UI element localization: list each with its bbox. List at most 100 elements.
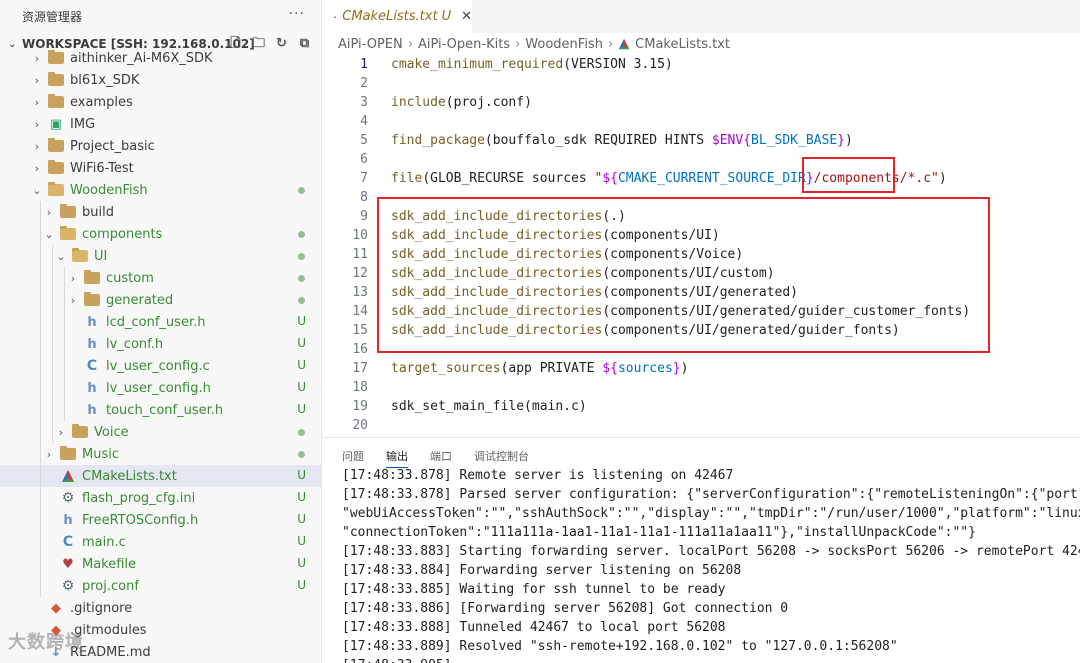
tree-item[interactable]: › ▣ IMG [0, 113, 321, 135]
tree-item[interactable]: › WiFi6-Test [0, 157, 321, 179]
tree-item[interactable]: ⌄ UI [0, 245, 321, 267]
folder-icon [48, 50, 64, 64]
indent-guide [40, 399, 41, 421]
git-status-dot [298, 297, 305, 304]
chevron-down-icon[interactable]: ⌄ [42, 228, 56, 241]
explorer-sidebar: 资源管理器 ··· ⌄ WORKSPACE [SSH: 192.168.0.10… [0, 0, 322, 663]
line-number: 12 [352, 266, 368, 281]
breadcrumb: AiPi-OPEN › AiPi-Open-Kits › WoodenFish … [322, 33, 1080, 55]
folder-icon [84, 292, 100, 306]
chevron-right-icon[interactable]: › [54, 426, 68, 439]
tree-item[interactable]: › custom [0, 267, 321, 289]
folder-open-icon [72, 248, 88, 262]
tree-item[interactable]: h lcd_conf_user.h U [0, 311, 321, 333]
tree-item[interactable]: CMakeLists.txt U [0, 465, 321, 487]
tab-ports[interactable]: 端口 [430, 448, 452, 464]
header-file-icon: h [87, 380, 97, 396]
chevron-down-icon[interactable]: ⌄ [30, 184, 44, 197]
code-line[interactable]: 18 [322, 378, 1080, 397]
code-line[interactable]: 5 find_package(bouffalo_sdk REQUIRED HINT… [322, 131, 1080, 150]
tab-output[interactable]: 输出 [386, 448, 408, 468]
tree-item[interactable]: ⌄ components [0, 223, 321, 245]
code-line[interactable]: 19 sdk_set_main_file(main.c) [322, 397, 1080, 416]
indent-guide [52, 399, 53, 421]
tree-item[interactable]: › examples [0, 91, 321, 113]
git-icon: ◆ [51, 600, 61, 616]
tab-cmakelists[interactable]: CMakeLists.txt U ✕ [322, 0, 472, 33]
output-log[interactable]: [17:48:33.878] Remote server is listenin… [342, 466, 1080, 663]
chevron-right-icon[interactable]: › [30, 118, 44, 131]
tab-debug-console[interactable]: 调试控制台 [474, 448, 529, 464]
indent-guide [40, 443, 41, 465]
image-folder-icon: ▣ [49, 116, 63, 132]
code-line[interactable]: 6 [322, 150, 1080, 169]
breadcrumb-item[interactable]: CMakeLists.txt [635, 37, 730, 52]
tree-item[interactable]: › bl61x_SDK [0, 69, 321, 91]
file-tree: › aithinker_Ai-M6X_SDK › bl61x_SDK › examples… [0, 47, 321, 663]
chevron-right-icon[interactable]: › [30, 96, 44, 109]
chevron-right-icon[interactable]: › [30, 52, 44, 65]
breadcrumb-item[interactable]: AiPi-Open-Kits [418, 37, 510, 52]
chevron-right-icon[interactable]: › [66, 272, 80, 285]
code-line[interactable]: 7 file(GLOB_RECURSE sources "${CMAKE_CURR… [322, 169, 1080, 188]
chevron-right-icon[interactable]: › [42, 448, 56, 461]
makefile-icon: ♥ [62, 556, 74, 572]
code-text: sdk_set_main_file(main.c) [391, 399, 587, 414]
chevron-right-icon[interactable]: › [66, 294, 80, 307]
tree-item[interactable]: › Project_basic [0, 135, 321, 157]
gear-icon: ⚙ [61, 490, 75, 506]
tree-item[interactable]: ⚙ proj.conf U [0, 575, 321, 597]
tree-item[interactable]: ⚙ flash_prog_cfg.ini U [0, 487, 321, 509]
git-status-badge: U [297, 512, 306, 526]
chevron-right-icon[interactable]: › [30, 74, 44, 87]
gear-icon: ⚙ [61, 578, 75, 594]
tree-item-label: IMG [70, 116, 96, 132]
line-number: 7 [360, 171, 368, 186]
tree-item[interactable]: h lv_conf.h U [0, 333, 321, 355]
code-line[interactable]: 17 target_sources(app PRIVATE ${sources}) [322, 359, 1080, 378]
tree-item[interactable]: ⌄ WoodenFish [0, 179, 321, 201]
chevron-right-icon[interactable]: › [30, 162, 44, 175]
code-line[interactable]: 20 [322, 416, 1080, 435]
folder-icon [48, 160, 64, 174]
explorer-header: 资源管理器 ··· [0, 0, 321, 32]
indent-guide [64, 333, 65, 355]
output-line: [17:48:33.884] Forwarding server listeni… [342, 563, 742, 578]
tree-item-label: Voice [94, 424, 129, 440]
output-line: [17:48:33.878] Parsed server configurati… [342, 487, 1080, 502]
tree-item[interactable]: › Music [0, 443, 321, 465]
indent-guide [52, 245, 53, 267]
code-line[interactable]: 1 cmake_minimum_required(VERSION 3.15) [322, 55, 1080, 74]
tree-item[interactable]: h lv_user_config.h U [0, 377, 321, 399]
chevron-down-icon[interactable]: ⌄ [54, 250, 68, 263]
more-actions-icon[interactable]: ··· [289, 6, 305, 22]
indent-guide [52, 267, 53, 289]
chevron-right-icon[interactable]: › [42, 206, 56, 219]
tree-item[interactable]: ♥ Makefile U [0, 553, 321, 575]
breadcrumb-item[interactable]: WoodenFish [525, 37, 603, 52]
indent-guide [64, 267, 65, 289]
tree-item[interactable]: Clv_user_config.c U [0, 355, 321, 377]
code-line[interactable]: 3 include(proj.conf) [322, 93, 1080, 112]
close-icon[interactable]: ✕ [461, 9, 472, 24]
chevron-right-icon[interactable]: › [30, 140, 44, 153]
tree-item[interactable]: › Voice [0, 421, 321, 443]
code-text: include(proj.conf) [391, 95, 532, 110]
tree-item[interactable]: › build [0, 201, 321, 223]
tree-item[interactable]: h FreeRTOSConfig.h U [0, 509, 321, 531]
breadcrumb-item[interactable]: AiPi-OPEN [338, 37, 403, 52]
tree-item[interactable]: › generated [0, 289, 321, 311]
indent-guide [52, 333, 53, 355]
tree-item[interactable]: h touch_conf_user.h U [0, 399, 321, 421]
tree-item[interactable]: Cmain.c U [0, 531, 321, 553]
line-number: 13 [352, 285, 368, 300]
tab-problems[interactable]: 问题 [342, 448, 364, 464]
tree-item[interactable]: › aithinker_Ai-M6X_SDK [0, 47, 321, 69]
tree-item[interactable]: ◆ .gitignore [0, 597, 321, 619]
tree-item-label: Music [82, 446, 119, 462]
output-line: [17:48:33.888] Tunneled 42467 to local p… [342, 620, 726, 635]
indent-guide [40, 575, 41, 597]
folder-icon [60, 204, 76, 218]
code-line[interactable]: 4 [322, 112, 1080, 131]
code-line[interactable]: 2 [322, 74, 1080, 93]
